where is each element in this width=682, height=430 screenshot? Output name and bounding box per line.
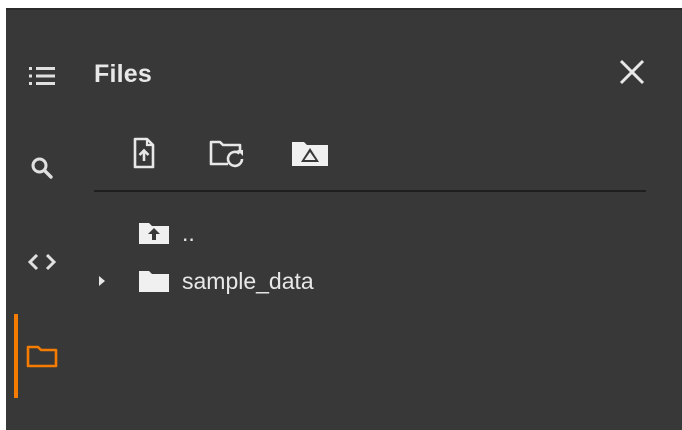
upload-file-icon xyxy=(133,137,155,169)
refresh-button[interactable] xyxy=(207,133,247,173)
expand-caret-icon[interactable] xyxy=(94,264,110,298)
tree-item-label: .. xyxy=(182,220,195,246)
folder-icon xyxy=(138,268,170,299)
upload-file-button[interactable] xyxy=(124,133,164,173)
files-button[interactable] xyxy=(6,314,78,398)
tree-item-parent-directory[interactable]: .. xyxy=(94,216,394,250)
toolbar-divider xyxy=(94,190,646,192)
tree-item-label: sample_data xyxy=(182,268,314,294)
mount-drive-icon xyxy=(292,142,328,166)
code-icon xyxy=(27,253,57,271)
close-panel-button[interactable] xyxy=(612,52,652,92)
search-icon xyxy=(31,157,53,179)
code-snippets-button[interactable] xyxy=(6,232,78,292)
activity-rail xyxy=(6,10,78,430)
search-button[interactable] xyxy=(6,138,78,198)
tree-item-sample-data[interactable]: sample_data xyxy=(94,264,394,298)
refresh-folder-icon xyxy=(209,140,244,168)
mount-drive-button[interactable] xyxy=(290,133,330,173)
table-of-contents-button[interactable] xyxy=(6,46,78,106)
close-icon xyxy=(619,59,645,85)
files-panel-window: Files .. sample_data xyxy=(6,8,682,430)
files-toolbar xyxy=(94,128,373,178)
folder-icon xyxy=(26,345,58,368)
toc-icon xyxy=(29,67,55,85)
panel-title: Files xyxy=(94,60,152,88)
folder-up-icon xyxy=(138,220,170,251)
